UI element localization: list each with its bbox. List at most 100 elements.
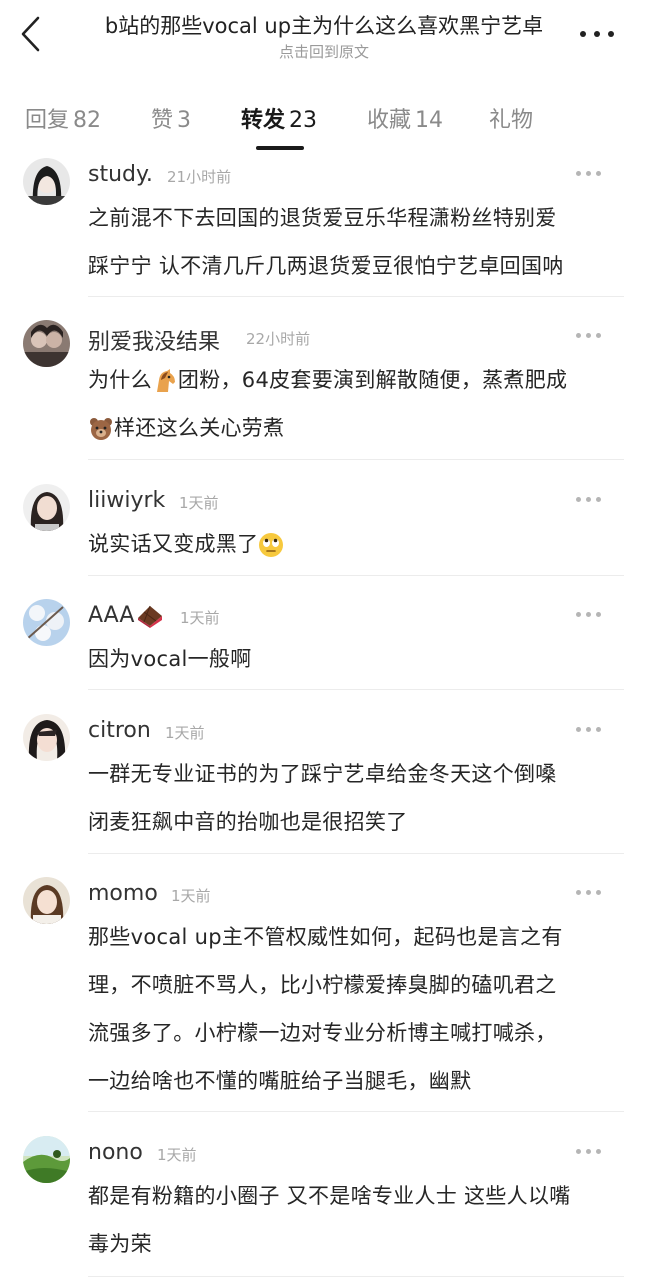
comment-line: 因为vocal一般啊 bbox=[88, 647, 252, 671]
more-options-button[interactable] bbox=[578, 26, 616, 42]
tab-likes[interactable]: 赞3 bbox=[151, 102, 191, 134]
tab-replies[interactable]: 回复 82 bbox=[25, 102, 101, 134]
more-dot bbox=[576, 612, 581, 617]
avatar[interactable] bbox=[23, 714, 70, 761]
comment-line: 一边给啥也不懂的嘴脏给子当腿毛，幽默 bbox=[88, 1069, 472, 1093]
timestamp: 1天前 bbox=[157, 1146, 197, 1164]
comment-line: 闭麦狂飙中音的抬咖也是很招笑了 bbox=[88, 810, 408, 834]
top-bar: b站的那些vocal up主为什么这么喜欢黑宁艺卓 点击回到原文 bbox=[0, 0, 648, 72]
tab-label: 赞 bbox=[151, 108, 174, 133]
tab-count: 14 bbox=[415, 108, 444, 133]
avatar[interactable] bbox=[23, 484, 70, 531]
more-dot bbox=[586, 890, 591, 895]
comment-text: 一群无专业证书的为了踩宁艺卓给金冬天这个倒嗓 闭麦狂飙中音的抬咖也是很招笑了 bbox=[88, 750, 624, 846]
more-dot bbox=[576, 497, 581, 502]
tab-label: 礼物 bbox=[489, 108, 534, 133]
more-dot bbox=[596, 1149, 601, 1154]
comment-line: 之前混不下去回国的退货爱豆乐华程潇粉丝特别爱 bbox=[88, 206, 557, 230]
more-dot bbox=[580, 31, 586, 37]
comment-text: 那些vocal up主不管权威性如何，起码也是言之有 理，不喷脏不骂人，比小柠檬… bbox=[88, 913, 624, 1105]
comment-line: 说实话又变成黑了 bbox=[88, 520, 624, 568]
timestamp: 21小时前 bbox=[167, 168, 232, 186]
username[interactable]: liiwiyrk bbox=[88, 488, 165, 513]
more-dot bbox=[576, 1149, 581, 1154]
comment-text: 之前混不下去回国的退货爱豆乐华程潇粉丝特别爱 踩宁宁 认不清几斤几两退货爱豆很怕… bbox=[88, 194, 624, 290]
tab-reposts[interactable]: 转发 23 bbox=[241, 102, 317, 134]
comment-line: 那些vocal up主不管权威性如何，起码也是言之有 bbox=[88, 925, 563, 949]
username[interactable]: citron bbox=[88, 718, 151, 743]
comment-text-segment: 样还这么关心劳煮 bbox=[114, 416, 285, 440]
comment-text: 都是有粉籍的小圈子 又不是啥专业人士 这些人以嘴 毒为荣 bbox=[88, 1172, 624, 1268]
avatar[interactable] bbox=[23, 877, 70, 924]
username[interactable]: nono bbox=[88, 1140, 143, 1165]
comment-text: 因为vocal一般啊 bbox=[88, 635, 624, 683]
comment-more-button[interactable] bbox=[576, 332, 602, 340]
divider bbox=[88, 459, 624, 460]
avatar[interactable] bbox=[23, 599, 70, 646]
divider bbox=[88, 853, 624, 854]
eye-roll-emoji-icon bbox=[259, 533, 284, 557]
chevron-left-icon bbox=[21, 16, 40, 52]
avatar[interactable] bbox=[23, 320, 70, 367]
comment-line: 一群无专业证书的为了踩宁艺卓给金冬天这个倒嗓 bbox=[88, 762, 557, 786]
timestamp: 22小时前 bbox=[246, 330, 311, 348]
comment-line: 理，不喷脏不骂人，比小柠檬爱捧臭脚的磕叽君之 bbox=[88, 973, 557, 997]
timestamp: 1天前 bbox=[180, 609, 220, 627]
username[interactable]: AAA bbox=[88, 603, 164, 628]
timestamp: 1天前 bbox=[165, 724, 205, 742]
more-dot bbox=[596, 612, 601, 617]
username[interactable]: momo bbox=[88, 881, 158, 906]
comment-more-button[interactable] bbox=[576, 170, 602, 178]
comment-more-button[interactable] bbox=[576, 496, 602, 504]
bear-emoji-icon bbox=[90, 418, 112, 440]
tab-bar: 回复 82 赞3 转发 23 收藏 14 礼物 bbox=[0, 96, 648, 152]
comment-more-button[interactable] bbox=[576, 1148, 602, 1156]
tab-gifts[interactable]: 礼物 bbox=[489, 102, 537, 134]
back-button[interactable] bbox=[14, 14, 50, 54]
comment-line: 都是有粉籍的小圈子 又不是啥专业人士 这些人以嘴 bbox=[88, 1184, 571, 1208]
avatar[interactable] bbox=[23, 1136, 70, 1183]
divider bbox=[88, 689, 624, 690]
comment-more-button[interactable] bbox=[576, 889, 602, 897]
comment-text-segment: 说实话又变成黑了 bbox=[88, 532, 259, 556]
chocolate-emoji-icon bbox=[138, 605, 163, 628]
tab-label: 收藏 bbox=[367, 108, 412, 133]
divider bbox=[88, 296, 624, 297]
more-dot bbox=[586, 497, 591, 502]
more-dot bbox=[576, 333, 581, 338]
comment-line: 为什么 团粉，64皮套要演到解散随便，蒸煮肥成 bbox=[88, 356, 624, 404]
tab-label: 回复 bbox=[25, 108, 70, 133]
divider bbox=[88, 1111, 624, 1112]
tab-count: 82 bbox=[73, 108, 102, 133]
tab-favorites[interactable]: 收藏 14 bbox=[367, 102, 443, 134]
post-title[interactable]: b站的那些vocal up主为什么这么喜欢黑宁艺卓 bbox=[78, 10, 570, 40]
comment-line: 毒为荣 bbox=[88, 1232, 152, 1256]
active-tab-indicator bbox=[256, 146, 304, 150]
more-dot bbox=[608, 31, 614, 37]
more-dot bbox=[586, 171, 591, 176]
back-to-post-link[interactable]: 点击回到原文 bbox=[78, 41, 570, 62]
username[interactable]: study. bbox=[88, 162, 153, 187]
more-dot bbox=[596, 727, 601, 732]
more-dot bbox=[576, 727, 581, 732]
more-dot bbox=[586, 727, 591, 732]
timestamp: 1天前 bbox=[171, 887, 211, 905]
timestamp: 1天前 bbox=[179, 494, 219, 512]
more-dot bbox=[596, 890, 601, 895]
username-text: AAA bbox=[88, 603, 135, 628]
comment-more-button[interactable] bbox=[576, 726, 602, 734]
avatar[interactable] bbox=[23, 158, 70, 205]
tab-count: 3 bbox=[177, 108, 192, 133]
more-dot bbox=[586, 612, 591, 617]
more-dot bbox=[596, 333, 601, 338]
comment-text: 为什么 团粉，64皮套要演到解散随便，蒸煮肥成 样还这么关心劳煮 bbox=[88, 356, 624, 452]
username[interactable]: 别爱我没结果 bbox=[88, 324, 220, 356]
more-dot bbox=[594, 31, 600, 37]
more-dot bbox=[586, 333, 591, 338]
divider bbox=[88, 1276, 624, 1277]
comment-more-button[interactable] bbox=[576, 611, 602, 619]
comment-text-segment: 为什么 bbox=[88, 368, 152, 392]
comment-line: 样还这么关心劳煮 bbox=[88, 404, 624, 452]
divider bbox=[88, 575, 624, 576]
tab-label: 转发 bbox=[241, 108, 286, 133]
